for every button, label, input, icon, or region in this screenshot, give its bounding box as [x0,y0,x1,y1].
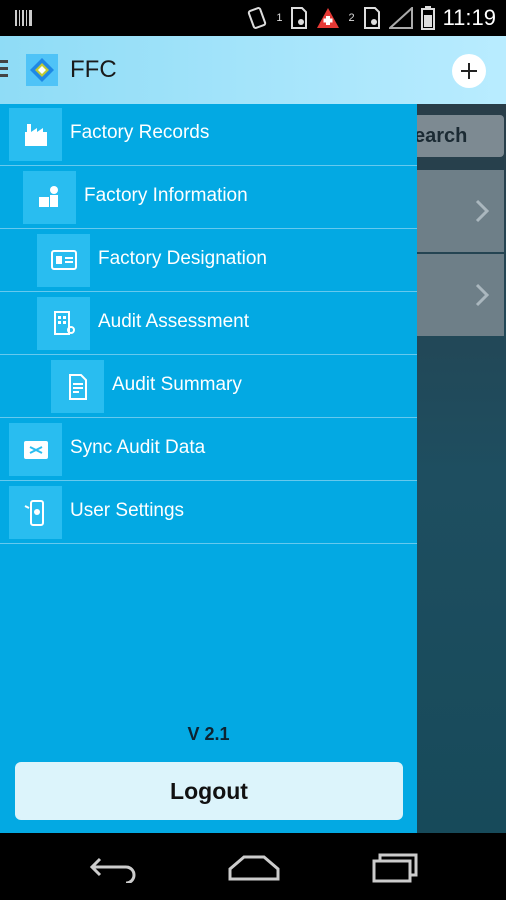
info-icon [23,171,76,224]
sim2-icon [363,7,380,29]
sync-icon [9,423,62,476]
menu-item-audit-summary[interactable]: Audit Summary [0,356,417,418]
sim1-icon [291,7,308,29]
menu-item-label: User Settings [70,500,185,521]
menu-item-audit-assessment[interactable]: Audit Assessment [0,293,417,355]
add-button[interactable] [452,54,486,88]
menu-item-factory-designation[interactable]: Factory Designation [0,230,417,292]
sim2-label: 2 [348,12,355,24]
vibrate-icon [248,7,267,29]
menu-item-factory-records[interactable]: Factory Records [0,104,417,166]
chevron-right-icon [475,199,490,223]
menu-item-user-settings[interactable]: User Settings [0,482,417,544]
chevron-right-icon [475,283,490,307]
battery-icon [420,6,435,30]
status-bar: 1 2 11:19 [0,0,506,36]
status-time: 11:19 [442,5,496,30]
plus-icon [461,63,477,79]
summary-icon [51,360,104,413]
recent-apps-icon[interactable] [366,851,422,883]
hamburger-icon[interactable] [0,60,8,80]
system-nav-bar [0,833,506,900]
nav-drawer: Factory Records Factory Information Fact… [0,104,417,833]
menu-item-label: Factory Designation [98,248,267,269]
menu-item-label: Factory Information [84,185,248,206]
menu-item-label: Audit Summary [112,374,242,395]
menu-item-sync-audit-data[interactable]: Sync Audit Data [0,419,417,481]
settings-phone-icon [9,486,62,539]
app-title: FFC [70,56,117,83]
signal-icon [388,7,413,29]
sim1-label: 1 [276,12,283,24]
menu-item-label: Sync Audit Data [70,437,206,458]
id-card-icon [37,234,90,287]
assessment-icon [37,297,90,350]
logout-button[interactable]: Logout [15,762,403,820]
factory-icon [9,108,62,161]
home-icon[interactable] [226,851,282,883]
app-logo-icon [26,54,58,86]
menu-item-factory-information[interactable]: Factory Information [0,167,417,229]
list-item[interactable] [404,254,504,336]
version-label: V 2.1 [187,724,230,744]
barcode-icon [15,10,32,26]
menu-item-label: Audit Assessment [98,311,250,332]
app-bar: FFC [0,36,506,104]
menu-item-label: Factory Records [70,122,210,143]
search-button[interactable]: earch [404,115,504,157]
back-icon[interactable] [86,851,142,883]
list-item[interactable] [404,170,504,252]
warning-icon [317,8,340,28]
